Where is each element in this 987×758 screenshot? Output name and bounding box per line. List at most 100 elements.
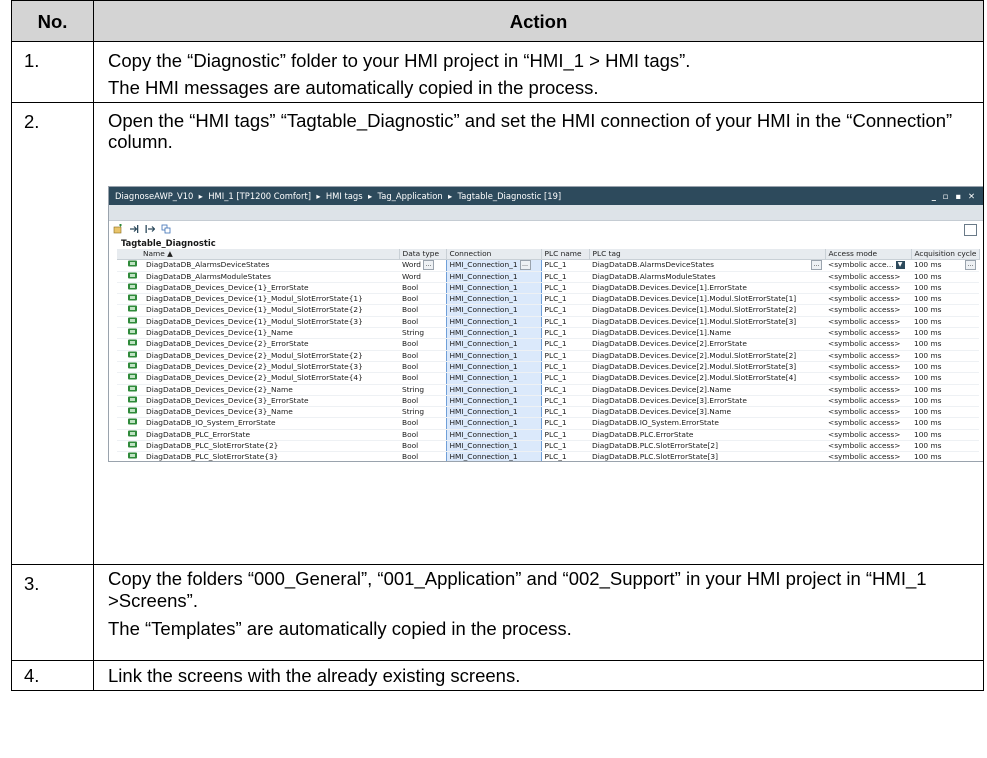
cell-name[interactable]: DiagDataDB_Devices_Device{2}_ErrorState xyxy=(117,338,399,351)
cell-name[interactable]: DiagDataDB_Devices_Device{2}_Modul_SlotE… xyxy=(117,361,399,374)
cell-plc-tag[interactable]: DiagDataDB.Devices.Device[2].ErrorState xyxy=(589,338,825,351)
cell-plc-name[interactable]: PLC_1 xyxy=(541,271,589,283)
table-row[interactable]: DiagDataDB_Devices_Device{1}_Modul_SlotE… xyxy=(117,293,979,306)
cell-access-mode[interactable]: <symbolic access> xyxy=(825,361,911,374)
table-row[interactable]: DiagDataDB_Devices_Device{2}_ErrorState B… xyxy=(117,338,979,351)
cell-data-type[interactable]: Bool xyxy=(399,338,446,351)
table-row[interactable]: DiagDataDB_Devices_Device{1}_Name String H… xyxy=(117,327,979,340)
cell-acquisition-cycle[interactable]: 100 ms xyxy=(911,406,979,419)
cell-plc-name[interactable]: PLC_1 xyxy=(541,429,589,442)
cell-acquisition-cycle[interactable]: 100 ms… xyxy=(911,259,979,272)
cell-name[interactable]: DiagDataDB_Devices_Device{2}_Name xyxy=(117,384,399,396)
cell-plc-tag[interactable]: DiagDataDB.Devices.Device[2].Name xyxy=(589,384,825,396)
cell-plc-name[interactable]: PLC_1 xyxy=(541,316,589,329)
cell-connection[interactable]: HMI_Connection_1 xyxy=(445,327,542,340)
cell-data-type[interactable]: Word xyxy=(399,271,446,283)
cell-plc-name[interactable]: PLC_1 xyxy=(541,406,589,419)
table-row[interactable]: DiagDataDB_Devices_Device{2}_Modul_SlotE… xyxy=(117,350,979,362)
cell-acquisition-cycle[interactable]: 100 ms xyxy=(911,293,979,306)
cell-connection[interactable]: HMI_Connection_1 xyxy=(445,395,542,408)
cell-name[interactable]: DiagDataDB_Devices_Device{3}_Name xyxy=(117,406,399,419)
cell-plc-tag[interactable]: DiagDataDB.Devices.Device[3].ErrorState xyxy=(589,395,825,408)
cell-acquisition-cycle[interactable]: 100 ms xyxy=(911,304,979,317)
cell-plc-tag[interactable]: DiagDataDB.Devices.Device[2].Modul.SlotE… xyxy=(589,350,825,362)
cell-access-mode[interactable]: <symbolic access> xyxy=(825,293,911,306)
table-row[interactable]: DiagDataDB_Devices_Device{1}_ErrorState B… xyxy=(117,282,979,295)
cell-connection[interactable]: HMI_Connection_1 xyxy=(445,372,542,385)
table-row[interactable]: DiagDataDB_Devices_Device{3}_Name String H… xyxy=(117,406,979,419)
cell-acquisition-cycle[interactable]: 100 ms xyxy=(911,282,979,295)
cell-name[interactable]: DiagDataDB_Devices_Device{1}_Modul_SlotE… xyxy=(117,293,399,306)
cell-access-mode[interactable]: <symbolic access> xyxy=(825,372,911,385)
cell-name[interactable]: DiagDataDB_Devices_Device{1}_ErrorState xyxy=(117,282,399,295)
cell-plc-name[interactable]: PLC_1 xyxy=(541,282,589,295)
cell-data-type[interactable]: Bool xyxy=(399,451,446,461)
cell-plc-tag[interactable]: DiagDataDB.Devices.Device[1].Name xyxy=(589,327,825,340)
cell-plc-name[interactable]: PLC_1 xyxy=(541,384,589,396)
cell-plc-tag[interactable]: DiagDataDB.Devices.Device[1].Modul.SlotE… xyxy=(589,304,825,317)
col-name[interactable]: Name ▲ xyxy=(117,249,400,261)
cell-connection[interactable]: HMI_Connection_1 xyxy=(445,451,542,461)
cell-connection[interactable]: HMI_Connection_1 xyxy=(445,361,542,374)
cell-name[interactable]: DiagDataDB_PLC_ErrorState xyxy=(117,429,399,442)
cell-connection[interactable]: HMI_Connection_1 xyxy=(445,282,542,295)
table-row[interactable]: DiagDataDB_Devices_Device{3}_ErrorState B… xyxy=(117,395,979,408)
cell-access-mode[interactable]: <symbolic access> xyxy=(825,451,911,461)
cell-access-mode[interactable]: <symbolic access> xyxy=(825,338,911,351)
cell-connection[interactable]: HMI_Connection_1 xyxy=(445,440,542,453)
cell-access-mode[interactable]: <symbolic access> xyxy=(825,406,911,419)
cell-acquisition-cycle[interactable]: 100 ms xyxy=(911,271,979,283)
cell-data-type[interactable]: Bool xyxy=(399,350,446,362)
table-row[interactable]: DiagDataDB_PLC_SlotErrorState{2} Bool HMI_… xyxy=(117,440,979,453)
cell-acquisition-cycle[interactable]: 100 ms xyxy=(911,451,979,461)
cell-ellipsis-button[interactable]: … xyxy=(423,260,434,271)
cell-plc-name[interactable]: PLC_1 xyxy=(541,293,589,306)
cell-data-type[interactable]: String xyxy=(399,384,446,396)
cell-data-type[interactable]: Bool xyxy=(399,361,446,374)
cell-data-type[interactable]: Bool xyxy=(399,282,446,295)
cell-plc-name[interactable]: PLC_1 xyxy=(541,417,589,430)
cell-name[interactable]: DiagDataDB_AlarmsDeviceStates xyxy=(117,259,399,272)
cell-access-mode[interactable]: <symbolic access> xyxy=(825,395,911,408)
breadcrumb-item[interactable]: HMI_1 [TP1200 Comfort] xyxy=(208,191,311,201)
cell-plc-tag[interactable]: DiagDataDB.PLC.SlotErrorState[3] xyxy=(589,451,825,461)
cell-ellipsis-button[interactable]: … xyxy=(965,260,976,271)
cell-ellipsis-button[interactable]: … xyxy=(811,260,822,271)
breadcrumb-item[interactable]: HMI tags xyxy=(326,191,363,201)
table-row[interactable]: DiagDataDB_Devices_Device{2}_Name String H… xyxy=(117,384,979,396)
cell-plc-name[interactable]: PLC_1 xyxy=(541,395,589,408)
cell-data-type[interactable]: Word… xyxy=(399,259,446,272)
table-row[interactable]: DiagDataDB_PLC_ErrorState Bool HMI_Connect… xyxy=(117,429,979,442)
table-row[interactable]: DiagDataDB_PLC_SlotErrorState{3} Bool HMI_… xyxy=(117,451,979,461)
cell-name[interactable]: DiagDataDB_IO_System_ErrorState xyxy=(117,417,399,430)
cell-access-mode[interactable]: <symbolic access> xyxy=(825,417,911,430)
cell-access-mode[interactable]: <symbolic access> xyxy=(825,327,911,340)
cell-name[interactable]: DiagDataDB_Devices_Device{1}_Name xyxy=(117,327,399,340)
cell-acquisition-cycle[interactable]: 100 ms xyxy=(911,338,979,351)
cell-plc-name[interactable]: PLC_1 xyxy=(541,350,589,362)
cell-access-mode[interactable]: <symbolic access> xyxy=(825,271,911,283)
cell-plc-tag[interactable]: DiagDataDB.IO_System.ErrorState xyxy=(589,417,825,430)
cell-plc-tag[interactable]: DiagDataDB.PLC.ErrorState xyxy=(589,429,825,442)
cell-plc-tag[interactable]: DiagDataDB.Devices.Device[1].ErrorState xyxy=(589,282,825,295)
table-row[interactable]: DiagDataDB_Devices_Device{1}_Modul_SlotE… xyxy=(117,304,979,317)
cell-name[interactable]: DiagDataDB_PLC_SlotErrorState{2} xyxy=(117,440,399,453)
cell-access-mode[interactable]: <symbolic access> xyxy=(825,316,911,329)
cell-acquisition-cycle[interactable]: 100 ms xyxy=(911,440,979,453)
col-connection[interactable]: Connection xyxy=(446,249,542,261)
import-icon[interactable] xyxy=(129,224,139,234)
cell-connection[interactable]: HMI_Connection_1 xyxy=(445,406,542,419)
cell-access-mode[interactable]: <symbolic access> xyxy=(825,350,911,362)
cell-plc-tag[interactable]: DiagDataDB.Devices.Device[1].Modul.SlotE… xyxy=(589,316,825,329)
cell-plc-name[interactable]: PLC_1 xyxy=(541,338,589,351)
cell-data-type[interactable]: Bool xyxy=(399,417,446,430)
cell-connection[interactable]: HMI_Connection_1… xyxy=(445,259,542,272)
cell-acquisition-cycle[interactable]: 100 ms xyxy=(911,316,979,329)
cell-connection[interactable]: HMI_Connection_1 xyxy=(445,350,542,362)
cell-access-mode[interactable]: <symbolic access> xyxy=(825,384,911,396)
cell-plc-tag[interactable]: DiagDataDB.AlarmsDeviceStates… xyxy=(589,259,825,272)
cell-acquisition-cycle[interactable]: 100 ms xyxy=(911,395,979,408)
cell-name[interactable]: DiagDataDB_Devices_Device{3}_ErrorState xyxy=(117,395,399,408)
table-row[interactable]: DiagDataDB_Devices_Device{1}_Modul_SlotE… xyxy=(117,316,979,329)
chevron-down-icon[interactable]: ▼ xyxy=(895,261,905,270)
